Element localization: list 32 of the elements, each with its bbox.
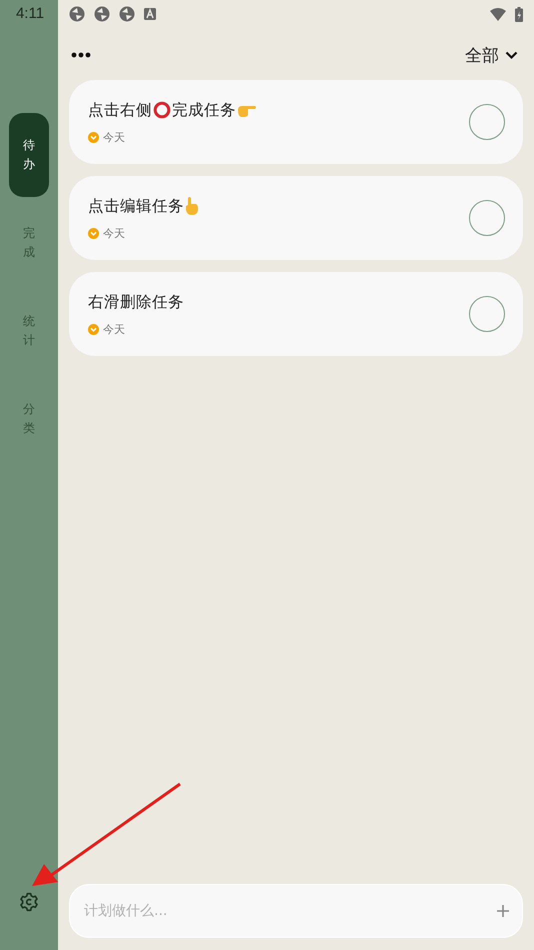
task-title: 完成任务 bbox=[172, 100, 236, 120]
sidebar-tab[interactable]: 待办 bbox=[9, 113, 49, 197]
wifi-icon bbox=[490, 8, 506, 20]
clock: 4:11 bbox=[14, 5, 44, 24]
pointing-hand-icon bbox=[185, 196, 199, 216]
complete-checkbox[interactable] bbox=[469, 296, 505, 332]
task-card[interactable]: 点击右侧 完成任务 今天 bbox=[69, 80, 523, 164]
chevron-badge-icon bbox=[88, 132, 99, 142]
task-card[interactable]: 右滑删除任务 今天 bbox=[69, 272, 523, 356]
chevron-down-icon bbox=[505, 50, 518, 60]
ring-icon bbox=[153, 101, 171, 119]
task-input-field[interactable]: 计划做什么... bbox=[69, 884, 523, 938]
plus-icon[interactable] bbox=[496, 904, 510, 918]
due-date: 今天 bbox=[103, 322, 125, 336]
task-title: 右滑删除任务 bbox=[88, 292, 184, 312]
task-card[interactable]: 点击编辑任务 今天 bbox=[69, 176, 523, 260]
chevron-badge-icon bbox=[88, 324, 99, 334]
app-notification-icon bbox=[119, 6, 135, 22]
task-title: 点击右侧 bbox=[88, 100, 152, 120]
more-icon[interactable] bbox=[71, 52, 91, 58]
app-notification-icon bbox=[94, 6, 110, 22]
complete-checkbox[interactable] bbox=[469, 104, 505, 140]
due-date: 今天 bbox=[103, 226, 125, 240]
due-date: 今天 bbox=[103, 130, 125, 144]
complete-checkbox[interactable] bbox=[469, 200, 505, 236]
filter-dropdown[interactable]: 全部 bbox=[465, 44, 518, 66]
keyboard-notification-icon bbox=[144, 8, 156, 20]
battery-charging-icon bbox=[515, 6, 523, 22]
task-title: 点击编辑任务 bbox=[88, 196, 184, 216]
settings-icon[interactable] bbox=[19, 892, 39, 912]
chevron-badge-icon bbox=[88, 228, 99, 238]
app-notification-icon bbox=[69, 6, 85, 22]
